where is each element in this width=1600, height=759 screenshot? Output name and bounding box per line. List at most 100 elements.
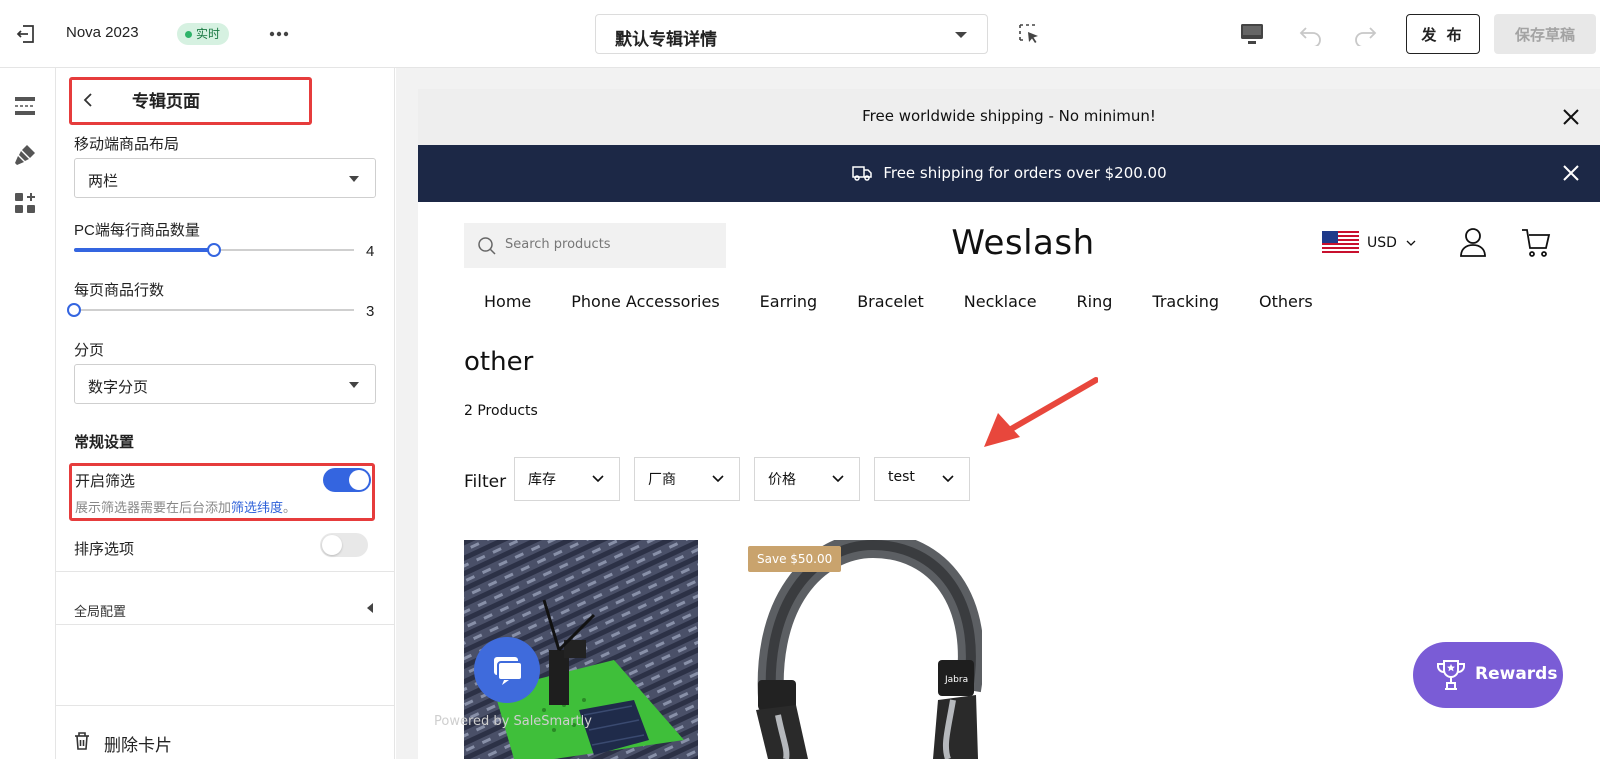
currency-selector[interactable]: USD [1322, 230, 1417, 256]
nav-item-necklace[interactable]: Necklace [964, 292, 1037, 311]
back-arrow-icon[interactable] [80, 90, 98, 110]
live-dot-icon [185, 30, 192, 38]
pagination-select[interactable]: 数字分页 [74, 364, 376, 404]
announcement-text: Free worldwide shipping - No minimun! [862, 107, 1156, 125]
announcement-bar: Free worldwide shipping - No minimun! [418, 89, 1600, 145]
filter-dropdown-1[interactable]: 库存 [514, 457, 620, 501]
filter-dropdown-label: 厂商 [648, 472, 676, 488]
rewards-button[interactable]: Rewards [1413, 642, 1563, 708]
store-preview: Free worldwide shipping - No minimun! Fr… [418, 89, 1600, 759]
filter-dropdown-label: 库存 [528, 472, 556, 488]
caret-left-icon [367, 603, 373, 613]
trash-icon [75, 732, 89, 750]
top-bar: Nova 2023 实时 默认专辑详情 发 布 保存草稿 [0, 0, 1600, 68]
slider-thumb[interactable] [67, 303, 81, 317]
pc-per-row-value: 4 [366, 243, 375, 260]
sort-options-label: 排序选项 [74, 541, 135, 558]
filter-dropdown-3[interactable]: 价格 [754, 457, 860, 501]
search-icon [478, 237, 496, 255]
general-settings-title: 常规设置 [74, 434, 135, 451]
element-select-icon[interactable] [1018, 23, 1040, 45]
chevron-down-icon [712, 475, 724, 483]
filter-help-prefix: 展示筛选器需要在后台添加 [75, 500, 232, 515]
mobile-layout-select[interactable]: 两栏 [74, 158, 376, 198]
currency-code: USD [1367, 235, 1397, 251]
enable-filter-setting: 开启筛选 展示筛选器需要在后台添加筛选纬度。 [69, 463, 375, 521]
product-card-headphones[interactable]: Jabra [748, 540, 982, 759]
undo-icon[interactable] [1298, 22, 1324, 48]
filter-dimension-link[interactable]: 筛选纬度 [231, 500, 283, 515]
sort-options-toggle[interactable] [320, 533, 368, 557]
more-options-icon[interactable] [265, 22, 293, 46]
svg-text:Jabra: Jabra [944, 675, 968, 685]
slider-thumb[interactable] [207, 243, 221, 257]
search-input[interactable]: Search products [464, 223, 726, 268]
rewards-label: Rewards [1475, 664, 1558, 684]
account-icon[interactable] [1458, 226, 1488, 258]
chat-icon [494, 657, 523, 685]
enable-filter-toggle[interactable] [323, 468, 371, 492]
store-logo[interactable]: Weslash [858, 223, 1188, 263]
close-icon[interactable] [1561, 163, 1581, 183]
divider [56, 705, 395, 706]
filter-dropdown-label: test [888, 469, 915, 485]
apps-add-icon[interactable] [13, 191, 37, 215]
nav-item-tracking[interactable]: Tracking [1152, 292, 1219, 311]
filter-dropdown-4[interactable]: test [874, 457, 970, 501]
filter-label: Filter [464, 472, 507, 492]
rows-per-page-slider[interactable] [67, 303, 354, 317]
toggle-knob [349, 470, 369, 490]
page-template-select[interactable]: 默认专辑详情 [595, 14, 988, 54]
delete-card-label: 删除卡片 [104, 736, 172, 755]
mobile-layout-label: 移动端商品布局 [74, 136, 180, 153]
main-navigation: Home Phone Accessories Earring Bracelet Neck… [484, 292, 1353, 311]
us-flag-icon [1322, 231, 1359, 255]
nav-item-others[interactable]: Others [1259, 292, 1313, 311]
chat-button[interactable] [474, 637, 540, 703]
pc-per-row-slider[interactable] [74, 243, 354, 257]
collection-title: other [464, 347, 534, 377]
enable-filter-label: 开启筛选 [75, 473, 136, 490]
panel-header: 专辑页面 [69, 77, 312, 125]
theme-brush-icon[interactable] [13, 143, 37, 167]
pagination-label: 分页 [74, 342, 105, 359]
exit-icon[interactable] [14, 22, 38, 46]
slider-fill [74, 248, 214, 252]
chevron-down-icon [592, 475, 604, 483]
live-badge-label: 实时 [196, 27, 221, 41]
divider [56, 624, 395, 625]
chevron-down-icon [349, 382, 359, 388]
nav-item-phone-accessories[interactable]: Phone Accessories [571, 292, 719, 311]
global-config-row[interactable]: 全局配置 [56, 583, 395, 635]
chevron-down-icon [1406, 240, 1416, 246]
desktop-preview-icon[interactable] [1239, 22, 1265, 46]
save-draft-button[interactable]: 保存草稿 [1494, 14, 1596, 54]
cart-icon[interactable] [1520, 226, 1552, 258]
toggle-knob [322, 535, 342, 555]
sections-icon[interactable] [13, 94, 37, 118]
delete-card-button[interactable]: 删除卡片 [56, 720, 395, 759]
product-image: Jabra [748, 540, 982, 759]
nav-item-earring[interactable]: Earring [760, 292, 818, 311]
publish-button[interactable]: 发 布 [1406, 14, 1480, 54]
annotation-arrow-icon [984, 377, 1098, 447]
redo-icon[interactable] [1352, 22, 1378, 48]
filter-dropdown-2[interactable]: 厂商 [634, 457, 740, 501]
filter-dropdown-label: 价格 [768, 472, 796, 488]
filter-help-suffix: 。 [283, 500, 297, 515]
shipping-text: Free shipping for orders over $200.00 [883, 164, 1167, 182]
nav-item-ring[interactable]: Ring [1077, 292, 1113, 311]
nav-item-home[interactable]: Home [484, 292, 531, 311]
pagination-value: 数字分页 [88, 379, 149, 396]
global-config-label: 全局配置 [74, 604, 127, 619]
trophy-icon [1437, 660, 1465, 690]
chevron-down-icon [942, 475, 954, 483]
nav-item-bracelet[interactable]: Bracelet [857, 292, 924, 311]
panel-title: 专辑页面 [132, 92, 200, 111]
chevron-down-icon [349, 176, 359, 182]
tool-rail [0, 68, 56, 759]
product-count: 2 Products [464, 403, 538, 419]
rows-per-page-label: 每页商品行数 [74, 282, 165, 299]
divider [56, 571, 395, 572]
close-icon[interactable] [1561, 107, 1581, 127]
